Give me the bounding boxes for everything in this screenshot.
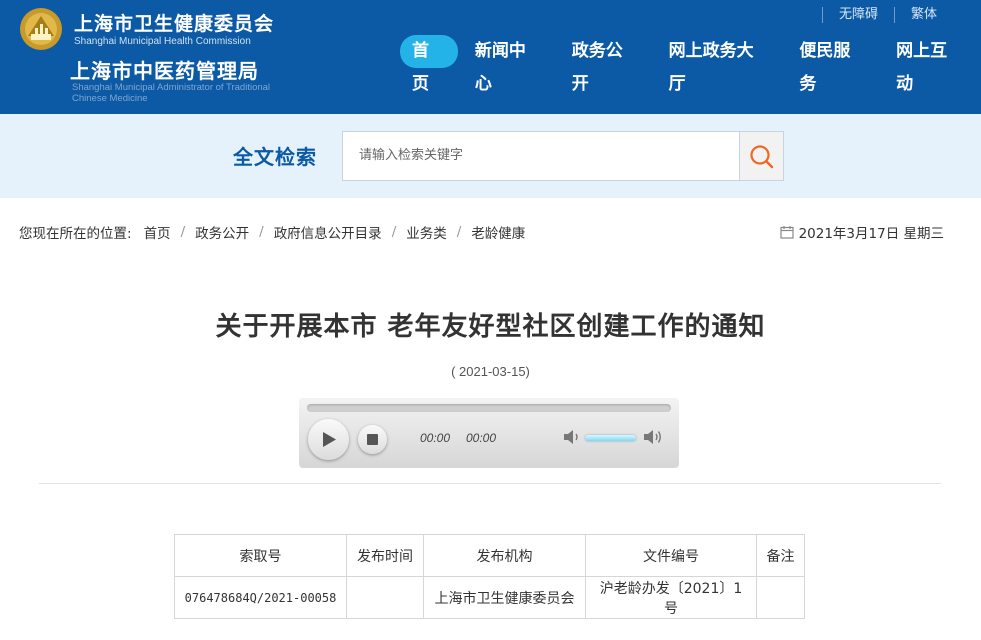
table-cell-index-number: 076478684Q/2021-00058 bbox=[174, 576, 347, 619]
table-cell-remarks bbox=[756, 576, 805, 619]
breadcrumb: 您现在所在的位置: 首页 / 政务公开 / 政府信息公开目录 / 业务类 / 老… bbox=[19, 222, 525, 242]
search-input[interactable]: 请输入检索关键字 bbox=[342, 131, 740, 181]
org-name[interactable]: 上海市卫生健康委员会 bbox=[74, 9, 274, 36]
article-pubdate: ( 2021-03-15) bbox=[451, 364, 530, 379]
table-header-cell: 备注 bbox=[756, 534, 805, 577]
table-row: 076478684Q/2021-00058 上海市卫生健康委员会 沪老龄办发〔2… bbox=[174, 576, 805, 619]
org-name-secondary[interactable]: 上海市中医药管理局 bbox=[70, 55, 259, 84]
audio-progress-bar[interactable] bbox=[307, 404, 671, 412]
search-icon bbox=[750, 145, 774, 169]
table-header-cell: 文件编号 bbox=[585, 534, 757, 577]
breadcrumb-prefix: 您现在所在的位置: bbox=[19, 226, 132, 242]
current-date: 2021年3月17日 星期三 bbox=[779, 222, 944, 242]
org-name-en: Shanghai Municipal Health Commission bbox=[74, 36, 251, 47]
stop-icon bbox=[367, 434, 378, 445]
breadcrumb-separator: / bbox=[456, 224, 462, 240]
duration: 00:00 bbox=[466, 431, 497, 445]
nav-item-gov-affairs[interactable]: 政务公开 bbox=[560, 35, 652, 94]
nav-item-home[interactable]: 首页 bbox=[400, 35, 458, 94]
volume-mute-icon[interactable] bbox=[563, 429, 581, 445]
accessibility-link[interactable]: 无障碍 bbox=[821, 7, 894, 23]
section-divider bbox=[39, 483, 941, 484]
nav-item-news[interactable]: 新闻中心 bbox=[463, 35, 555, 94]
table-cell-document-number: 沪老龄办发〔2021〕1号 bbox=[585, 576, 757, 619]
org-name-secondary-en: Shanghai Municipal Administrator of Trad… bbox=[72, 82, 271, 104]
breadcrumb-business[interactable]: 业务类 bbox=[406, 222, 447, 242]
nav-item-services[interactable]: 便民服务 bbox=[787, 35, 879, 94]
search-button[interactable] bbox=[739, 131, 784, 181]
table-header-cell: 发布机构 bbox=[423, 534, 586, 577]
table-header-row: 索取号 发布时间 发布机构 文件编号 备注 bbox=[174, 534, 805, 577]
play-icon bbox=[323, 432, 336, 447]
main-nav: 首页 新闻中心 政务公开 网上政务大厅 便民服务 网上互动 bbox=[400, 35, 981, 94]
search-title: 全文检索 bbox=[233, 145, 317, 169]
current-time: 00:00 bbox=[420, 431, 451, 445]
search-section: 全文检索 请输入检索关键字 bbox=[0, 114, 981, 198]
top-links: 无障碍 繁体 bbox=[821, 7, 937, 23]
calendar-icon bbox=[779, 226, 794, 239]
logo-emblem-icon[interactable] bbox=[18, 6, 64, 52]
table-cell-publish-time bbox=[346, 576, 424, 619]
stop-button[interactable] bbox=[358, 425, 387, 454]
breadcrumb-elderly-health[interactable]: 老龄健康 bbox=[471, 222, 525, 242]
volume-max-icon[interactable] bbox=[643, 428, 663, 446]
breadcrumb-home[interactable]: 首页 bbox=[144, 222, 171, 242]
play-button[interactable] bbox=[308, 419, 349, 460]
table-header-cell: 发布时间 bbox=[346, 534, 424, 577]
breadcrumb-separator: / bbox=[180, 224, 186, 240]
traditional-chinese-link[interactable]: 繁体 bbox=[893, 7, 937, 23]
article-title: 关于开展本市 老年友好型社区创建工作的通知 bbox=[215, 312, 766, 342]
nav-item-interaction[interactable]: 网上互动 bbox=[884, 35, 976, 94]
volume-slider[interactable] bbox=[585, 435, 636, 441]
audio-player: 00:00 00:00 bbox=[299, 398, 679, 468]
breadcrumb-catalog[interactable]: 政府信息公开目录 bbox=[274, 222, 382, 242]
table-cell-publisher: 上海市卫生健康委员会 bbox=[423, 576, 586, 619]
document-info-table: 索取号 发布时间 发布机构 文件编号 备注 076478684Q/2021-00… bbox=[174, 534, 805, 619]
breadcrumb-separator: / bbox=[259, 224, 264, 240]
breadcrumb-gov-affairs[interactable]: 政务公开 bbox=[195, 222, 249, 242]
breadcrumb-separator: / bbox=[391, 224, 397, 240]
nav-item-online-hall[interactable]: 网上政务大厅 bbox=[657, 35, 783, 94]
date-text: 2021年3月17日 星期三 bbox=[798, 226, 944, 242]
table-header-cell: 索取号 bbox=[174, 534, 347, 577]
site-header: 上海市卫生健康委员会 Shanghai Municipal Health Com… bbox=[0, 0, 981, 114]
